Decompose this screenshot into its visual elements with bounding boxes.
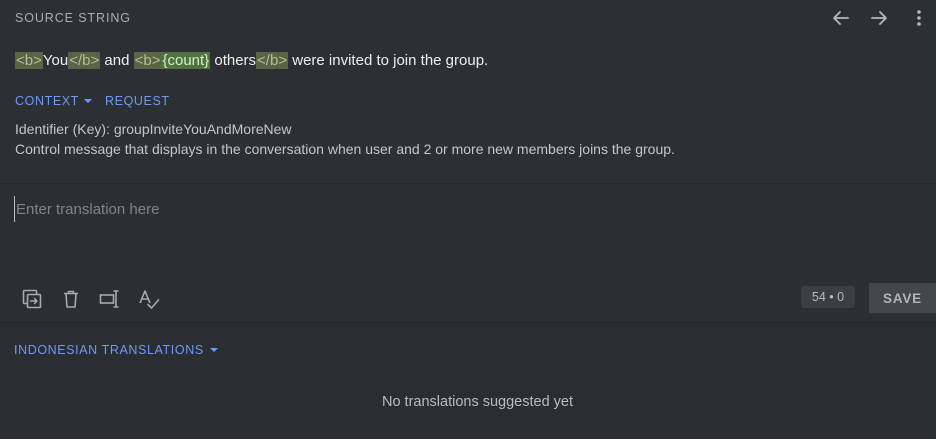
request-context-link[interactable]: REQUEST (105, 94, 170, 108)
html-tag[interactable]: </b> (256, 52, 289, 69)
html-tag[interactable]: <b> (133, 52, 162, 69)
source-text-segment: and (100, 52, 134, 69)
source-text-segment: others (210, 52, 257, 69)
text-cursor-icon (99, 290, 119, 308)
spellcheck-button[interactable] (136, 286, 162, 312)
translation-editor: 54 • 0 SAVE (0, 184, 936, 322)
previous-string-button[interactable] (828, 6, 854, 30)
empty-state-message: No translations suggested yet (381, 394, 574, 410)
arrow-left-icon (833, 11, 849, 25)
language-translations-dropdown[interactable]: INDONESIAN TRANSLATIONS (14, 343, 218, 357)
source-text-segment: You (42, 52, 69, 69)
arrow-right-icon (871, 11, 887, 25)
string-identifier: Identifier (Key): groupInviteYouAndMoreN… (15, 121, 292, 137)
context-tab-label: CONTEXT (15, 94, 79, 108)
chevron-down-icon (83, 99, 92, 103)
spellcheck-icon (139, 290, 160, 309)
delete-icon (64, 290, 78, 308)
next-string-button[interactable] (866, 6, 892, 30)
clear-translation-button[interactable] (58, 286, 84, 312)
more-options-button[interactable] (906, 6, 932, 30)
placeholder-variable[interactable]: {count} (161, 52, 211, 69)
more-vertical-icon (917, 10, 921, 26)
context-tab[interactable]: CONTEXT (15, 94, 92, 108)
insert-placeholder-button[interactable] (97, 286, 123, 312)
translations-panel: INDONESIAN TRANSLATIONS No translations … (0, 323, 936, 439)
save-button[interactable]: SAVE (869, 283, 936, 313)
source-text-segment: were invited to join the group. (288, 52, 489, 69)
chevron-down-icon (209, 348, 218, 352)
context-description: Control message that displays in the con… (15, 141, 675, 157)
html-tag[interactable]: </b> (68, 52, 101, 69)
source-string-panel: SOURCE STRING <b>You</b> and <b> {count} … (0, 0, 936, 183)
html-tag[interactable]: <b> (15, 52, 43, 69)
translation-input[interactable] (14, 196, 918, 222)
copy-source-icon (22, 289, 42, 309)
character-counter: 54 • 0 (801, 286, 855, 308)
context-details: Identifier (Key): groupInviteYouAndMoreN… (15, 119, 675, 159)
copy-source-button[interactable] (19, 286, 45, 312)
language-translations-label: INDONESIAN TRANSLATIONS (14, 343, 204, 357)
section-title: SOURCE STRING (15, 11, 131, 25)
source-text: <b>You</b> and <b> {count} others</b> wer… (15, 51, 488, 71)
